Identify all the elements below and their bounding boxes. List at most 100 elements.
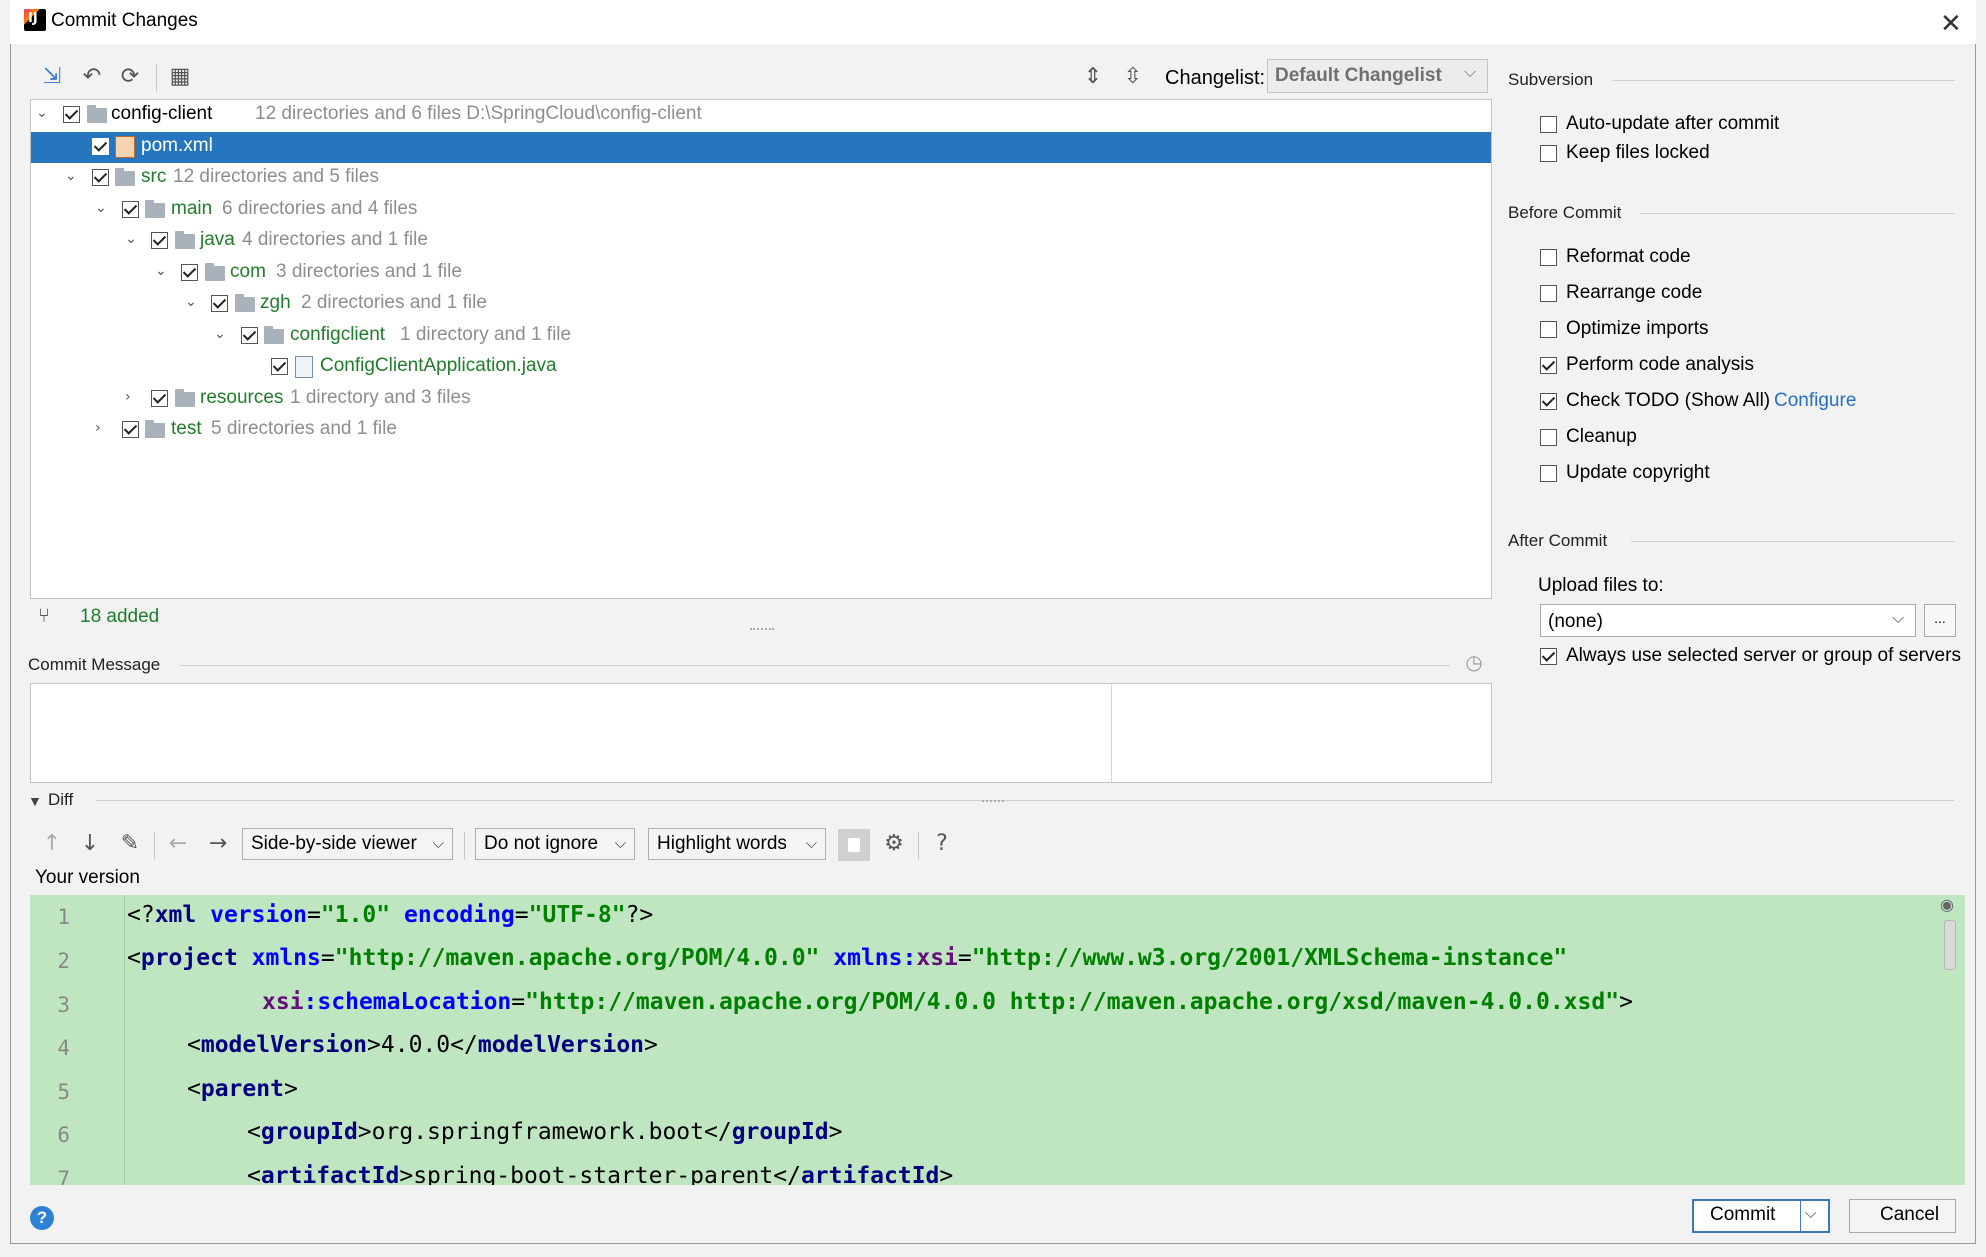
chevron-down-icon[interactable]: ⌄ [65, 168, 77, 184]
toolbar-separator [464, 832, 465, 860]
checkbox[interactable] [1540, 357, 1557, 374]
group-by-icon[interactable]: ▦ [166, 63, 194, 91]
code-line-3: xsi:schemaLocation="http://maven.apache.… [262, 989, 1633, 1015]
tree-row-config-client[interactable]: ⌄ config-client 12 directories and 6 fil… [31, 100, 1491, 131]
checkbox[interactable] [1540, 429, 1557, 446]
checkbox[interactable] [1540, 285, 1557, 302]
tree-row-zgh[interactable]: ⌄ zgh 2 directories and 1 file [31, 289, 1491, 320]
checkbox[interactable] [1540, 465, 1557, 482]
refresh-icon[interactable]: ⟳ [116, 63, 144, 91]
tree-row-src[interactable]: ⌄ src 12 directories and 5 files [31, 163, 1491, 194]
show-diff-icon[interactable]: ⇲ [38, 63, 66, 91]
tree-node-name: zgh [260, 292, 291, 313]
tree-node-name: resources [200, 387, 284, 408]
checkbox[interactable] [1540, 116, 1557, 133]
previous-difference-icon[interactable]: ↑ [38, 830, 66, 858]
viewer-mode-dropdown[interactable]: Side-by-side viewer ⌵ [242, 828, 453, 860]
checkbox[interactable] [1540, 145, 1557, 162]
tree-node-name: ConfigClientApplication.java [320, 355, 557, 376]
chevron-down-icon: ⌵ [1464, 64, 1477, 81]
chevron-down-icon[interactable]: ⌄ [125, 231, 137, 247]
tree-checkbox[interactable] [63, 106, 80, 123]
eye-icon[interactable]: ◉ [1940, 895, 1954, 915]
checkbox[interactable] [1540, 321, 1557, 338]
code-token: xsi [262, 989, 304, 1015]
previous-file-icon[interactable]: ← [164, 830, 192, 858]
next-file-icon[interactable]: → [204, 830, 232, 858]
help-button[interactable]: ? [30, 1206, 54, 1230]
tree-node-name: config-client [111, 103, 213, 124]
configure-link[interactable]: Configure [1774, 390, 1856, 412]
tree-checkbox[interactable] [92, 169, 109, 186]
ignore-policy-dropdown[interactable]: Do not ignore ⌵ [475, 828, 635, 860]
help-question-icon[interactable]: ? [928, 830, 956, 858]
code-token: > [644, 1032, 658, 1058]
expand-all-icon[interactable]: ⇕ [1079, 63, 1107, 91]
rollback-icon[interactable]: ↶ [78, 63, 106, 91]
tree-checkbox[interactable] [271, 358, 288, 375]
tree-checkbox[interactable] [122, 421, 139, 438]
tree-checkbox[interactable] [122, 201, 139, 218]
tree-checkbox[interactable] [151, 390, 168, 407]
chevron-down-icon[interactable]: ⌄ [214, 326, 226, 342]
chevron-right-icon[interactable]: › [125, 389, 131, 405]
next-difference-icon[interactable]: ↓ [76, 830, 104, 858]
tree-row-test[interactable]: › test 5 directories and 1 file [31, 415, 1491, 446]
tree-row-main[interactable]: ⌄ main 6 directories and 4 files [31, 195, 1491, 226]
code-token: modelVersion [200, 1032, 368, 1058]
collapse-all-icon[interactable]: ⇳ [1119, 63, 1147, 91]
code-token: <? [127, 902, 155, 928]
after-commit-heading: After Commit [1508, 531, 1608, 550]
code-clip-bottom [30, 1185, 1965, 1197]
chevron-down-icon[interactable]: ⌄ [95, 200, 107, 216]
chevron-down-icon[interactable]: ⌵ [1805, 1205, 1816, 1222]
tree-checkbox[interactable] [181, 264, 198, 281]
folder-icon [145, 200, 165, 218]
tree-checkbox[interactable] [151, 232, 168, 249]
section-divider [96, 800, 1954, 801]
edit-source-icon[interactable]: ✎ [116, 830, 144, 858]
chevron-down-icon[interactable]: ⌄ [155, 263, 167, 279]
collapse-triangle-icon[interactable]: ▼ [28, 793, 42, 809]
code-token: = [320, 945, 335, 971]
checkbox[interactable] [1540, 648, 1557, 665]
code-token: encoding [390, 902, 515, 928]
highlight-policy-dropdown[interactable]: Highlight words ⌵ [648, 828, 826, 860]
toolbar-separator [918, 832, 919, 860]
tree-row-com[interactable]: ⌄ com 3 directories and 1 file [31, 258, 1491, 289]
history-clock-icon[interactable]: ◷ [1460, 648, 1488, 676]
chevron-down-icon: ⌵ [805, 835, 817, 852]
intellij-app-icon: IJ [24, 9, 46, 31]
code-token: < [247, 1119, 261, 1145]
browse-servers-button[interactable]: ... [1924, 604, 1956, 637]
tree-row-resources[interactable]: › resources 1 directory and 3 files [31, 384, 1491, 415]
tree-checkbox[interactable] [241, 327, 258, 344]
chevron-right-icon[interactable]: › [95, 420, 101, 436]
splitter-handle[interactable] [750, 628, 774, 636]
lock-toggle[interactable] [838, 829, 870, 861]
tree-node-info: 12 directories and 6 files D:\SpringClou… [255, 103, 702, 124]
chevron-down-icon[interactable]: ⌄ [36, 105, 48, 121]
code-token: xml [154, 902, 197, 928]
tree-row-java[interactable]: ⌄ java 4 directories and 1 file [31, 226, 1491, 257]
folder-icon [175, 389, 195, 407]
tree-checkbox[interactable] [92, 138, 109, 155]
chevron-down-icon[interactable]: ⌄ [185, 294, 197, 310]
close-icon[interactable]: ✕ [1940, 8, 1962, 39]
commit-message-input[interactable] [30, 683, 1492, 783]
code-token: "1.0" [320, 902, 391, 928]
tree-row-pom-xml[interactable]: pom.xml [31, 132, 1491, 163]
tree-row-configclient[interactable]: ⌄ configclient 1 directory and 1 file [31, 321, 1491, 352]
chevron-down-icon: ⌵ [432, 835, 444, 852]
tree-row-configclientapplication[interactable]: ConfigClientApplication.java [31, 352, 1491, 383]
splitter-handle[interactable] [982, 800, 1004, 802]
code-token: "UTF-8" [528, 902, 626, 928]
tree-node-name: main [171, 198, 213, 219]
settings-gear-icon[interactable]: ⚙ [880, 830, 908, 858]
tree-checkbox[interactable] [211, 295, 228, 312]
checkbox[interactable] [1540, 249, 1557, 266]
checkbox[interactable] [1540, 393, 1557, 410]
vertical-scrollbar[interactable] [1944, 920, 1956, 970]
option-label: Cleanup [1566, 426, 1637, 447]
commit-message-label: Commit Message [28, 655, 161, 674]
